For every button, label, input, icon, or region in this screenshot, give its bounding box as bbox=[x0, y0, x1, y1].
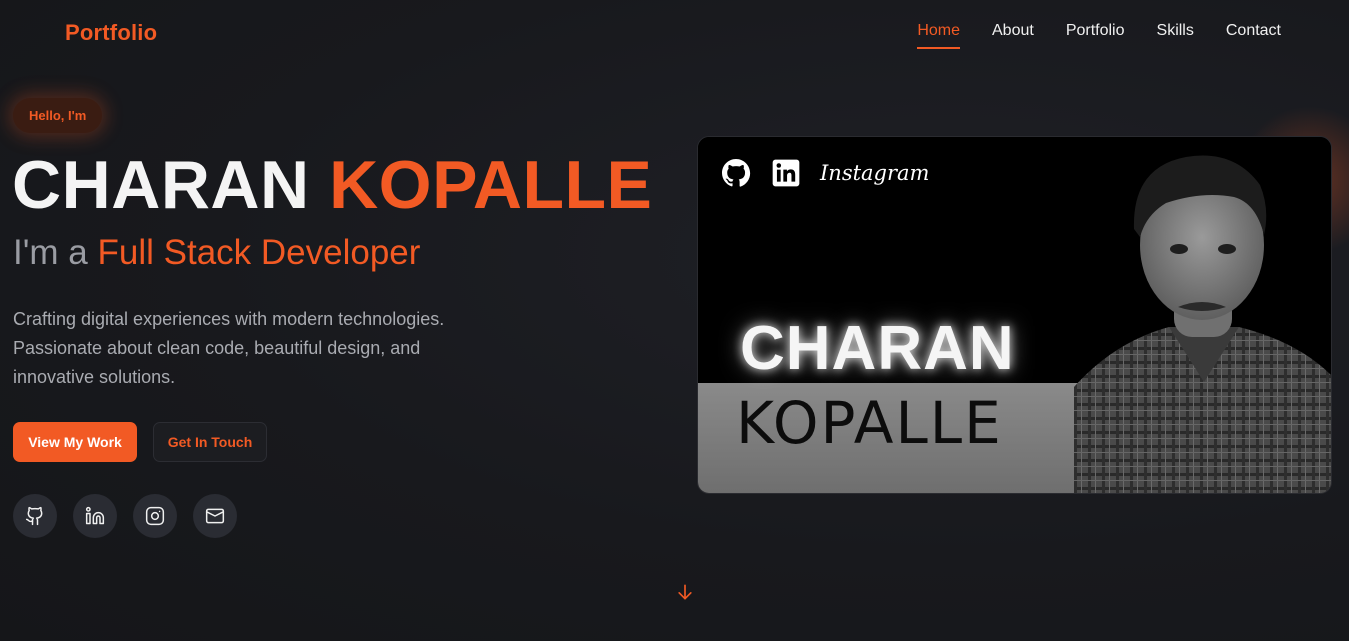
hero-first-name: CHARAN bbox=[12, 147, 310, 223]
card-instagram-text: Instagram bbox=[820, 161, 930, 185]
mail-icon bbox=[205, 508, 225, 524]
card-social-icons: Instagram bbox=[720, 157, 929, 189]
instagram-link[interactable] bbox=[133, 494, 177, 538]
linkedin-icon bbox=[772, 159, 800, 187]
nav-link-contact[interactable]: Contact bbox=[1226, 22, 1281, 49]
greeting-badge: Hello, I'm bbox=[13, 98, 103, 133]
card-first-name: CHARAN bbox=[740, 314, 1015, 383]
github-icon bbox=[25, 506, 43, 526]
instagram-icon bbox=[145, 506, 165, 526]
view-my-work-button[interactable]: View My Work bbox=[13, 422, 137, 462]
portrait-photo bbox=[1074, 155, 1331, 493]
get-in-touch-button[interactable]: Get In Touch bbox=[153, 422, 267, 462]
role-highlight: Full Stack Developer bbox=[97, 233, 421, 272]
profile-card-image: Instagram CHARAN KOPALLE bbox=[697, 136, 1332, 494]
top-navbar: Portfolio Home About Portfolio Skills Co… bbox=[0, 0, 1349, 66]
github-icon bbox=[722, 159, 751, 187]
nav-link-about[interactable]: About bbox=[992, 22, 1034, 49]
hero-role: I'm a Full Stack Developer bbox=[13, 233, 420, 273]
hero-last-name: KOPALLE bbox=[329, 147, 653, 223]
linkedin-icon bbox=[85, 506, 105, 525]
linkedin-link[interactable] bbox=[73, 494, 117, 538]
nav-link-home[interactable]: Home bbox=[917, 22, 960, 49]
social-links bbox=[13, 494, 237, 538]
scroll-down-icon[interactable] bbox=[675, 582, 695, 602]
email-link[interactable] bbox=[193, 494, 237, 538]
nav-link-portfolio[interactable]: Portfolio bbox=[1066, 22, 1125, 49]
nav-link-skills[interactable]: Skills bbox=[1157, 22, 1194, 49]
role-prefix: I'm a bbox=[13, 233, 88, 272]
github-link[interactable] bbox=[13, 494, 57, 538]
hero-description: Crafting digital experiences with modern… bbox=[13, 309, 445, 387]
card-last-name: KOPALLE bbox=[736, 389, 1003, 457]
nav-links: Home About Portfolio Skills Contact bbox=[917, 22, 1281, 49]
hero-name: CHARAN KOPALLE bbox=[12, 146, 652, 224]
site-logo[interactable]: Portfolio bbox=[65, 20, 157, 46]
